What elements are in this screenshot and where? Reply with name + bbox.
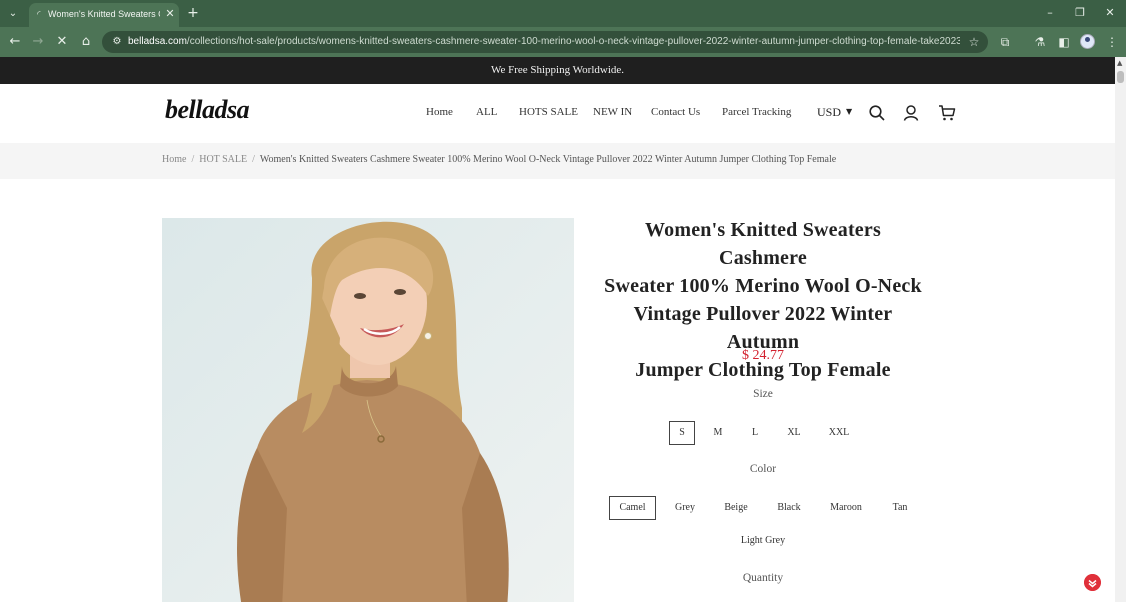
browser-tab-active[interactable]: ◜ Women's Knitted Sweaters Cashmere Swea… — [29, 3, 179, 27]
nav-parcel-tracking[interactable]: Parcel Tracking — [722, 106, 791, 118]
product-image[interactable] — [162, 218, 574, 602]
back-icon[interactable]: ← — [6, 33, 24, 51]
address-bar[interactable]: ⚙ belladsa.com/collections/hot-sale/prod… — [102, 31, 988, 53]
size-label: Size — [753, 388, 773, 400]
chat-icon[interactable] — [1084, 574, 1101, 591]
site-info-icon[interactable]: ⚙ — [110, 35, 124, 49]
home-icon[interactable]: ⌂ — [77, 33, 95, 51]
search-icon[interactable] — [868, 104, 886, 122]
breadcrumb: Home / HOT SALE / Women's Knitted Sweaters C… — [162, 154, 836, 165]
size-option-l[interactable]: L — [742, 421, 768, 445]
quantity-label: Quantity — [742, 572, 784, 584]
site-header: belladsa Home ALL HOTS SALE NEW IN Conta… — [0, 84, 1115, 143]
color-label: Color — [749, 463, 777, 475]
product-price: $ 24.77 — [742, 348, 784, 363]
tab-title: Women's Knitted Sweaters Cashmere Sweate… — [48, 9, 160, 19]
tab-close-icon[interactable]: ✕ — [163, 7, 177, 21]
nav-new-in[interactable]: NEW IN — [593, 106, 632, 118]
stop-loading-icon[interactable]: ✕ — [53, 33, 71, 51]
browser-menu-icon[interactable]: ⋮ — [1103, 33, 1121, 51]
profile-avatar-icon[interactable] — [1080, 34, 1095, 49]
breadcrumb-separator: / — [191, 154, 195, 165]
forward-icon[interactable]: → — [29, 33, 47, 51]
size-option-m[interactable]: M — [705, 421, 731, 445]
restore-icon[interactable]: ❐ — [1071, 5, 1089, 21]
breadcrumb-hot-sale[interactable]: HOT SALE — [199, 154, 247, 165]
minimize-icon[interactable]: – — [1041, 5, 1059, 21]
window-close-icon[interactable]: ✕ — [1101, 5, 1119, 21]
site-logo[interactable]: belladsa — [165, 95, 250, 125]
bookmark-star-icon[interactable]: ☆ — [966, 34, 982, 50]
side-panel-icon[interactable]: ◧ — [1055, 33, 1073, 51]
nav-all[interactable]: ALL — [476, 106, 497, 118]
size-option-xl[interactable]: XL — [778, 421, 810, 445]
scrollbar-thumb[interactable] — [1117, 71, 1124, 83]
breadcrumb-home[interactable]: Home — [162, 154, 186, 165]
breadcrumb-separator: / — [252, 154, 255, 165]
size-option-s[interactable]: S — [669, 421, 695, 445]
tab-search-chevron-icon[interactable]: ⌄ — [5, 6, 21, 22]
color-option-beige[interactable]: Beige — [715, 496, 757, 520]
scroll-up-icon[interactable]: ▲ — [1117, 60, 1124, 67]
extensions-icon[interactable]: ⧉ — [996, 33, 1014, 51]
color-option-maroon[interactable]: Maroon — [821, 496, 871, 520]
cart-icon[interactable] — [938, 104, 956, 122]
breadcrumb-bar: Home / HOT SALE / Women's Knitted Sweaters C… — [0, 143, 1115, 179]
nav-home[interactable]: Home — [426, 106, 453, 118]
currency-value: USD — [817, 105, 842, 119]
color-option-light-grey[interactable]: Light Grey — [733, 529, 793, 553]
web-page: We Free Shipping Worldwide. belladsa Hom… — [0, 57, 1115, 602]
announcement-bar: We Free Shipping Worldwide. — [0, 57, 1115, 84]
caret-down-icon: ▼ — [846, 107, 853, 116]
product-photo-illustration — [162, 218, 574, 602]
nav-hots-sale[interactable]: HOTS SALE — [519, 106, 578, 118]
new-tab-icon[interactable]: + — [185, 5, 201, 21]
color-option-grey[interactable]: Grey — [666, 496, 704, 520]
browser-toolbar: ← → ✕ ⌂ ⚙ belladsa.com/collections/hot-s… — [0, 27, 1126, 57]
labs-icon[interactable]: ⚗ — [1031, 33, 1049, 51]
nav-contact-us[interactable]: Contact Us — [651, 106, 700, 118]
size-option-xxl[interactable]: XXL — [822, 421, 856, 445]
breadcrumb-current: Women's Knitted Sweaters Cashmere Sweate… — [259, 154, 837, 165]
currency-selector[interactable]: USD ▼ — [817, 105, 852, 120]
page-scrollbar[interactable]: ▲ — [1115, 57, 1126, 602]
color-option-black[interactable]: Black — [768, 496, 810, 520]
color-option-camel[interactable]: Camel — [609, 496, 656, 520]
browser-tab-bar: ⌄ ◜ Women's Knitted Sweaters Cashmere Sw… — [0, 0, 1126, 27]
user-icon[interactable] — [902, 104, 920, 122]
color-option-tan[interactable]: Tan — [882, 496, 918, 520]
url-text[interactable]: belladsa.com/collections/hot-sale/produc… — [128, 34, 960, 50]
